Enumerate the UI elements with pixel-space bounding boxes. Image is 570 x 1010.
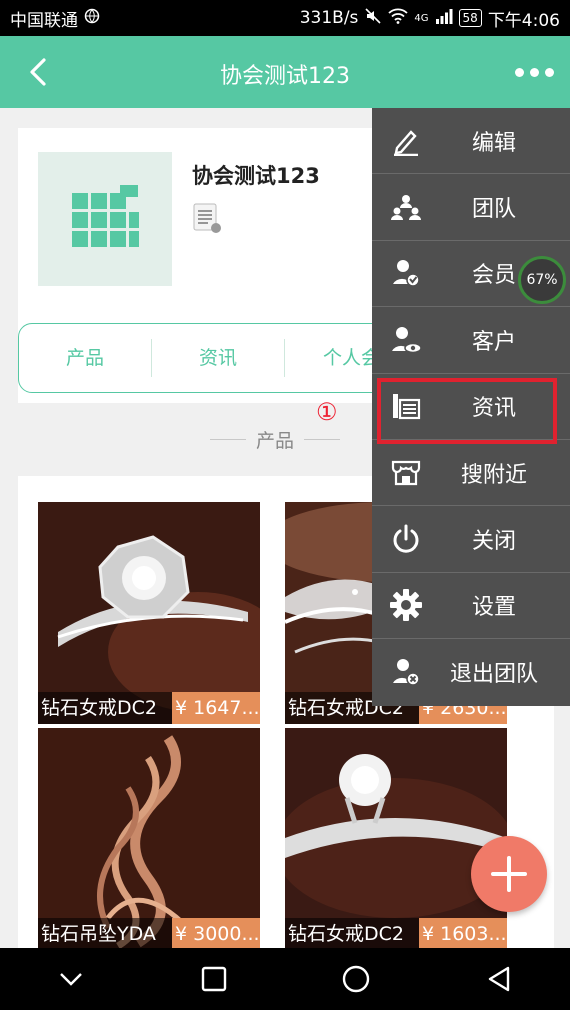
menu-item-edit[interactable]: 编辑	[372, 108, 570, 175]
menu-item-settings[interactable]: 设置	[372, 573, 570, 640]
nearby-icon	[376, 453, 436, 493]
clock: 下午4:06	[487, 10, 560, 31]
progress-badge: 67%	[518, 256, 566, 304]
menu-label: 退出团队	[449, 662, 538, 688]
product-name: 钻石女戒DC2	[285, 918, 419, 948]
network-type: 4G	[414, 12, 429, 24]
add-button[interactable]	[471, 836, 547, 912]
menu-label: 设置	[471, 595, 516, 621]
chevron-down-icon[interactable]	[46, 954, 96, 1004]
app-header: 协会测试123	[0, 36, 570, 108]
team-icon	[376, 187, 436, 227]
menu-label: 资讯	[471, 396, 516, 422]
menu-item-news[interactable]: 资讯	[372, 374, 570, 444]
network-speed: 331B/s	[299, 8, 359, 28]
recent-apps-icon[interactable]	[189, 954, 239, 1004]
menu-label: 客户	[471, 329, 516, 355]
page-title: 协会测试123	[220, 64, 350, 89]
product-price: ¥ 1603...	[419, 918, 507, 948]
more-icon[interactable]	[512, 60, 556, 84]
member-icon	[376, 253, 436, 293]
section-title: 产品	[210, 426, 360, 453]
menu-item-close[interactable]: 关闭	[372, 506, 570, 573]
signal-icon	[435, 8, 453, 29]
document-icon[interactable]	[192, 202, 222, 234]
tab-news[interactable]: 资讯	[152, 339, 285, 377]
tab-products[interactable]: 产品	[19, 339, 152, 377]
menu-label: 团队	[471, 197, 516, 223]
pendant-image	[38, 728, 260, 948]
pencil-icon	[376, 121, 436, 161]
product-price: ¥ 3000....	[172, 918, 260, 948]
system-nav-bar	[0, 948, 570, 1010]
product-card[interactable]: 钻石女戒DC2 ¥ 1603...	[285, 728, 507, 948]
product-name: 钻石女戒DC2	[38, 692, 172, 724]
battery-indicator: 58	[458, 9, 482, 27]
product-price: ¥ 1647...	[172, 692, 260, 724]
product-card[interactable]: 钻石吊坠YDA ¥ 3000....	[38, 728, 260, 948]
plus-icon	[491, 856, 527, 892]
menu-label: 编辑	[471, 130, 516, 156]
ring-image	[285, 728, 507, 948]
status-bar: 中国联通 331B/s 4G 58 下午4:06	[0, 0, 570, 36]
menu-label: 搜附近	[460, 462, 527, 488]
power-icon	[376, 519, 436, 559]
menu-item-nearby[interactable]: 搜附近	[372, 440, 570, 507]
dropdown-menu: 编辑 团队 会员 客户 资讯 搜附近 关闭 设置 退出团队	[372, 108, 570, 706]
menu-item-team[interactable]: 团队	[372, 174, 570, 241]
mute-icon	[364, 7, 382, 30]
org-logo	[38, 152, 172, 286]
wifi-icon	[388, 8, 409, 29]
home-icon[interactable]	[331, 954, 381, 1004]
org-name: 协会测试123	[192, 164, 320, 188]
menu-item-exit-team[interactable]: 退出团队	[372, 639, 570, 705]
product-card[interactable]: 钻石女戒DC2 ¥ 1647...	[38, 502, 260, 724]
annotation-marker: ①	[316, 398, 338, 426]
section-title-text: 产品	[256, 430, 295, 452]
customer-icon	[376, 320, 436, 360]
menu-item-customers[interactable]: 客户	[372, 307, 570, 374]
carrier-label: 中国联通	[10, 10, 78, 31]
back-nav-icon[interactable]	[474, 954, 524, 1004]
ring-image	[38, 502, 260, 724]
globe-icon	[84, 8, 100, 29]
menu-label: 关闭	[471, 529, 516, 555]
news-icon	[376, 386, 436, 426]
exit-team-icon	[376, 652, 436, 692]
gear-icon	[376, 585, 436, 625]
product-name: 钻石吊坠YDA	[38, 918, 172, 948]
